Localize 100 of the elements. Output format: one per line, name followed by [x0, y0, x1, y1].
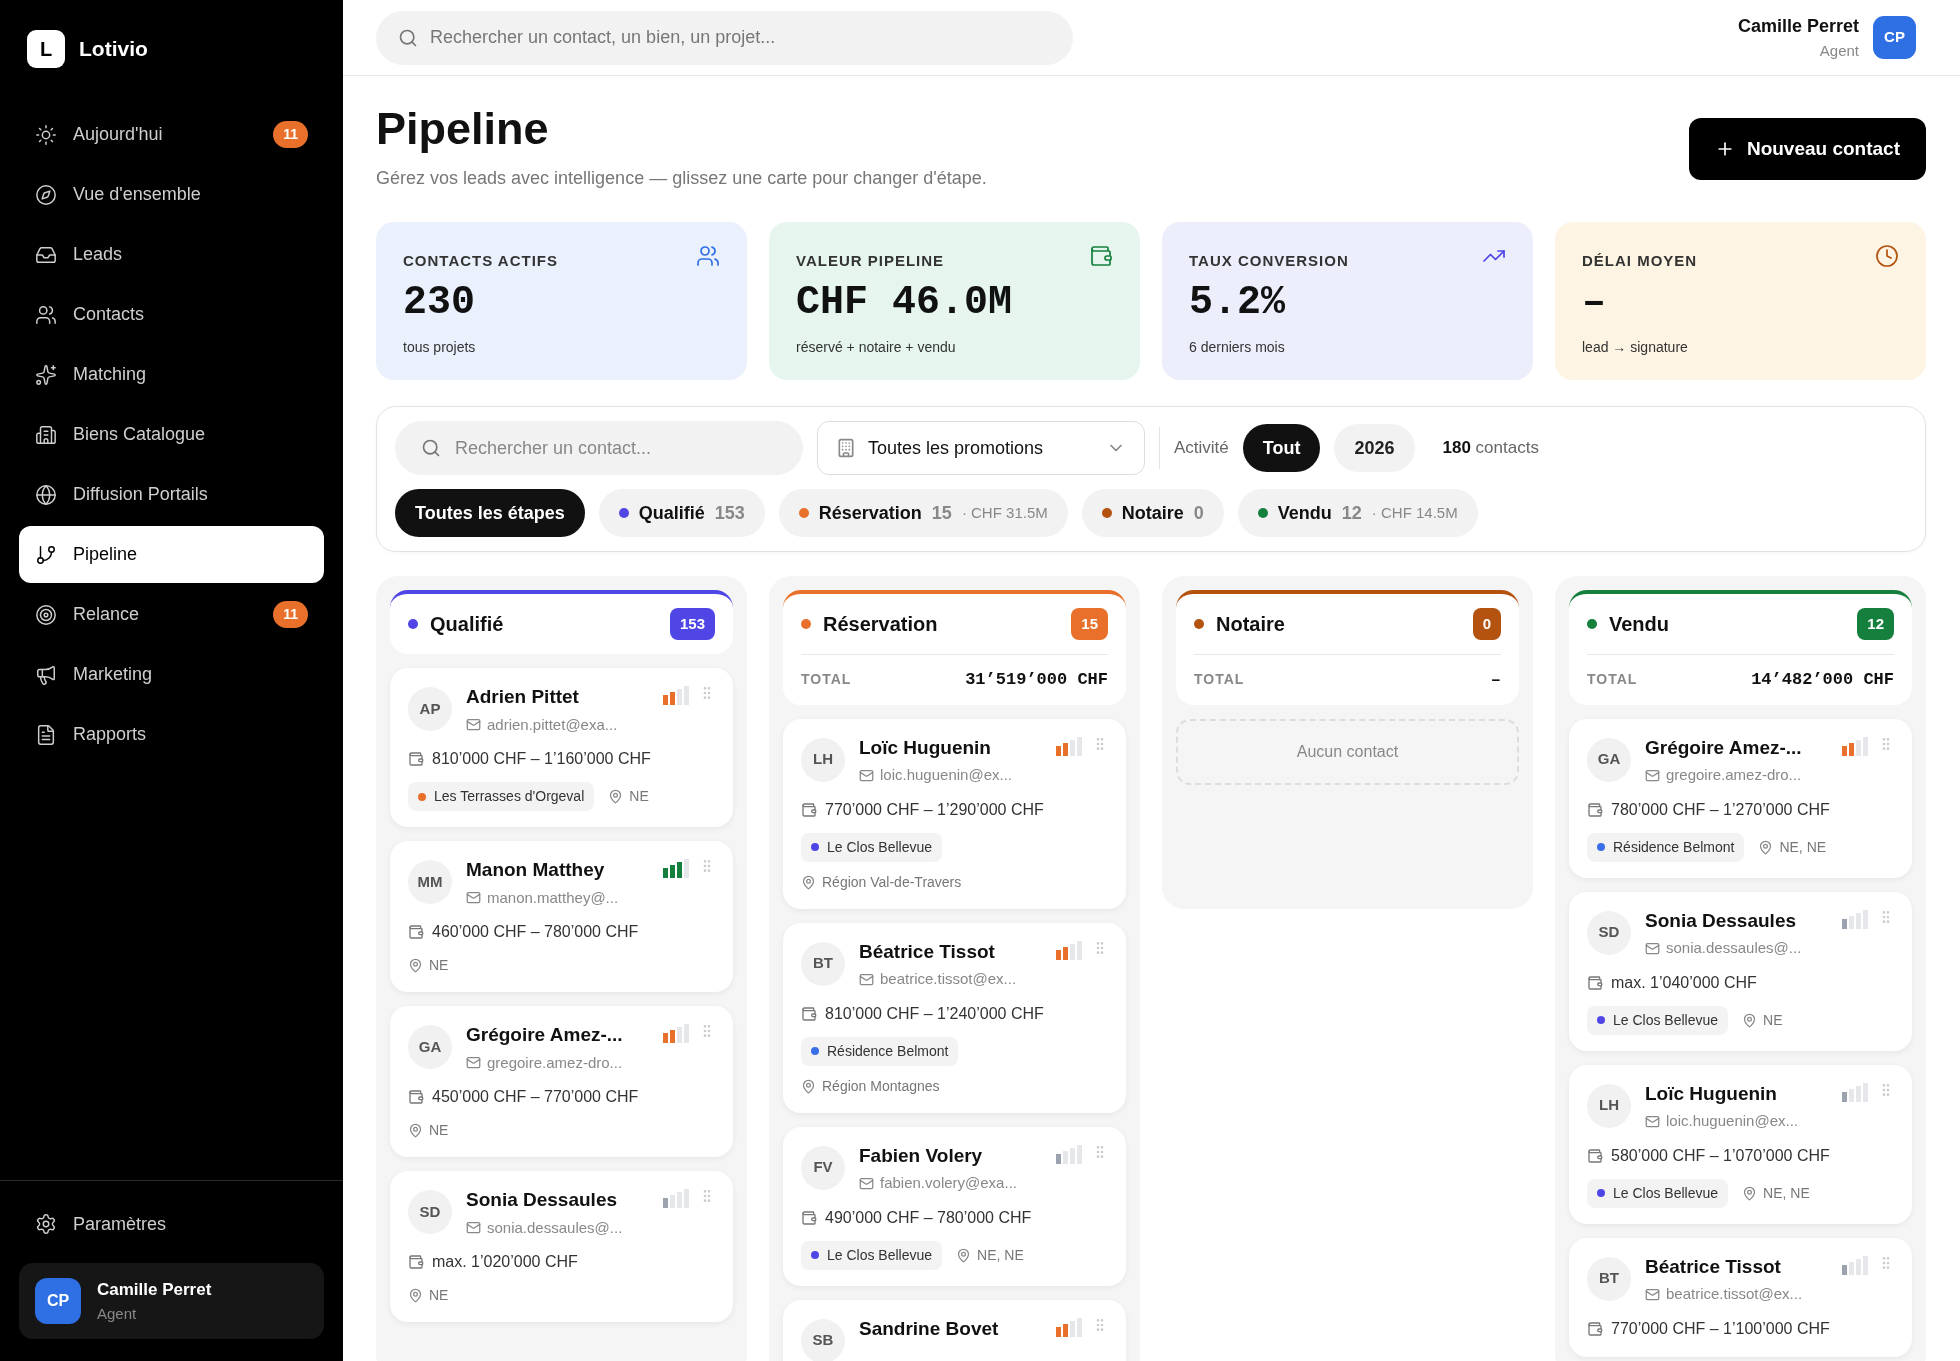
contact-card[interactable]: LH Loïc Huguenin loic.huguenin@ex... 580’000 CHF – 1’070’000 CHF Le Clos Bellevue NE, NE: [1569, 1064, 1912, 1224]
contact-card[interactable]: GA Grégoire Amez-... gregoire.amez-dro... 780’000 CHF – 1’270’000 CHF Résidence Belmont NE, NE: [1569, 718, 1912, 878]
contact-card[interactable]: FV Fabien Volery fabien.volery@exa... 490’000 CHF – 780’000 CHF Le Clos Bellevue NE, NE: [783, 1126, 1126, 1286]
promotion-select[interactable]: Toutes les promotions: [817, 421, 1145, 475]
building-icon: [35, 423, 57, 446]
nav-item[interactable]: Marketing: [19, 646, 324, 703]
stat-note: réservé + notaire + vendu: [796, 337, 957, 357]
location: Région Val-de-Travers: [822, 872, 962, 892]
avatar[interactable]: CP: [1873, 16, 1916, 59]
contact-name: Loïc Huguenin: [859, 735, 992, 760]
activity-toggle[interactable]: Tout: [1242, 424, 1321, 472]
contact-name: Sonia Dessaules: [466, 1188, 619, 1212]
contact-card[interactable]: AP Adrien Pittet adrien.pittet@exa... 810’000 CHF – 1’160’000 CHF Les Terrasses d'Orgeval NE: [390, 668, 733, 827]
contact-card[interactable]: GA Grégoire Amez-... gregoire.amez-dro... 450’000 CHF – 770’000 CHF NE: [390, 1006, 733, 1157]
budget-range: 450’000 CHF – 770’000 CHF: [432, 1087, 639, 1107]
contact-card[interactable]: MM Manon Matthey manon.matthey@... 460’000 CHF – 780’000 CHF NE: [390, 841, 733, 992]
contact-name: Fabien Volery: [859, 1143, 984, 1168]
nav-item[interactable]: Vue d'ensemble: [19, 166, 324, 223]
nav-item[interactable]: Leads: [19, 226, 324, 283]
brand-name: Lotivio: [79, 36, 148, 63]
count-badge: 11: [273, 121, 308, 148]
contact-email: gregoire.amez-dro...: [487, 1052, 623, 1073]
location-pin-icon: [1742, 1012, 1758, 1028]
contact-name: Loïc Huguenin: [1645, 1081, 1778, 1106]
wallet-icon: [1587, 974, 1603, 991]
nav-item[interactable]: Relance 11: [19, 586, 324, 643]
avatar: GA: [408, 1025, 452, 1069]
location: NE: [1763, 1010, 1783, 1030]
settings-item[interactable]: Paramètres: [19, 1199, 324, 1249]
building-icon: [836, 438, 856, 458]
users-icon: [35, 303, 57, 326]
stat-label: CONTACTS ACTIFS: [403, 251, 558, 271]
contact-name: Béatrice Tissot: [1645, 1254, 1782, 1279]
project-tag: Les Terrasses d'Orgeval: [408, 782, 595, 811]
mail-icon: [466, 890, 481, 906]
nav-item[interactable]: Diffusion Portails: [19, 466, 324, 523]
contact-email: sonia.dessaules@...: [1666, 938, 1802, 958]
location: NE, NE: [977, 1245, 1024, 1265]
total-amount: 14’482’000 CHF: [1751, 669, 1894, 691]
column-title: Vendu: [1609, 612, 1670, 637]
total-amount: 31’519’000 CHF: [965, 669, 1108, 691]
contact-card[interactable]: SD Sonia Dessaules sonia.dessaules@... max. 1’040’000 CHF Le Clos Bellevue NE: [1569, 891, 1912, 1051]
contact-email: beatrice.tissot@ex...: [1666, 1284, 1803, 1304]
nav-item[interactable]: Contacts: [19, 286, 324, 343]
nav-item[interactable]: Matching: [19, 346, 324, 403]
user-name: Camille Perret: [97, 1279, 212, 1301]
contact-email: gregoire.amez-dro...: [1666, 765, 1802, 785]
contact-card[interactable]: SB Sandrine Bovet: [783, 1299, 1126, 1361]
search-field[interactable]: Rechercher un contact, un bien, un projet...: [376, 10, 1073, 65]
contact-card[interactable]: LH Loïc Huguenin loic.huguenin@ex... 770’000 CHF – 1’290’000 CHF Le Clos Bellevue Région Val-de-Travers: [783, 718, 1126, 909]
stat-note: lead → signature: [1582, 337, 1689, 357]
stat-value: –: [1582, 282, 1607, 323]
mail-icon: [466, 1220, 481, 1236]
nav-item[interactable]: Pipeline: [19, 526, 324, 583]
location-pin-icon: [408, 958, 423, 973]
avatar: FV: [801, 1145, 845, 1190]
nav-item[interactable]: Rapports: [19, 706, 324, 763]
avatar: AP: [408, 687, 452, 731]
wallet-icon: [408, 751, 424, 767]
location: NE: [429, 1286, 449, 1305]
sun-icon: [35, 123, 57, 146]
mail-icon: [859, 767, 874, 783]
user-card[interactable]: CP Camille Perret Agent: [19, 1263, 324, 1339]
settings-icon: [35, 1213, 57, 1235]
avatar: MM: [408, 860, 452, 904]
contact-card[interactable]: SD Sonia Dessaules sonia.dessaules@... max. 1’020’000 CHF NE: [390, 1171, 733, 1322]
stage-chip[interactable]: Toutes les étapes: [395, 489, 585, 537]
mail-icon: [1645, 767, 1660, 783]
activity-toggle[interactable]: 2026: [1334, 424, 1415, 472]
stat-label: VALEUR PIPELINE: [796, 251, 945, 271]
contact-card[interactable]: BT Béatrice Tissot beatrice.tissot@ex... 810’000 CHF – 1’240’000 CHF Résidence Belmont Région Montagnes: [783, 922, 1126, 1113]
budget-range: 770’000 CHF – 1’290’000 CHF: [825, 799, 1044, 820]
new-contact-button[interactable]: Nouveau contact: [1688, 118, 1926, 180]
column-title: Notaire: [1216, 612, 1286, 637]
stage-chip[interactable]: Réservation 15 · CHF 31.5M: [778, 489, 1068, 537]
location-pin-icon: [801, 874, 816, 890]
location: NE: [629, 787, 649, 806]
avatar: CP: [35, 1278, 81, 1324]
project-tag: Résidence Belmont: [801, 1036, 959, 1066]
wallet-icon: [1587, 801, 1603, 818]
activity-label: Activité: [1174, 437, 1229, 460]
stage-chip[interactable]: Notaire 0: [1081, 489, 1224, 537]
project-tag: Résidence Belmont: [1587, 832, 1745, 862]
mail-icon: [859, 971, 874, 987]
user-name: Camille Perret: [1737, 14, 1859, 38]
stage-chip[interactable]: Qualifié 153: [598, 489, 765, 537]
stage-chip[interactable]: Vendu 12 · CHF 14.5M: [1237, 489, 1478, 537]
count-badge: 153: [669, 607, 715, 641]
page-subtitle: Gérez vos leads avec intelligence — glissez une carte pour changer d'étape.: [376, 167, 987, 190]
contact-card[interactable]: BT Béatrice Tissot beatrice.tissot@ex... 770’000 CHF – 1’100’000 CHF: [1569, 1237, 1912, 1357]
wallet-icon: [801, 1209, 817, 1226]
contact-email: loic.huguenin@ex...: [1666, 1111, 1798, 1131]
nav-item[interactable]: Biens Catalogue: [19, 406, 324, 463]
document-icon: [35, 723, 57, 746]
contact-email: adrien.pittet@exa...: [487, 714, 618, 735]
wallet-icon: [801, 801, 817, 818]
contact-search-field[interactable]: Rechercher un contact...: [395, 421, 803, 475]
stat-label: DÉLAI MOYEN: [1582, 251, 1698, 271]
location-pin-icon: [956, 1247, 972, 1263]
nav-item[interactable]: Aujourd'hui 11: [19, 106, 324, 163]
